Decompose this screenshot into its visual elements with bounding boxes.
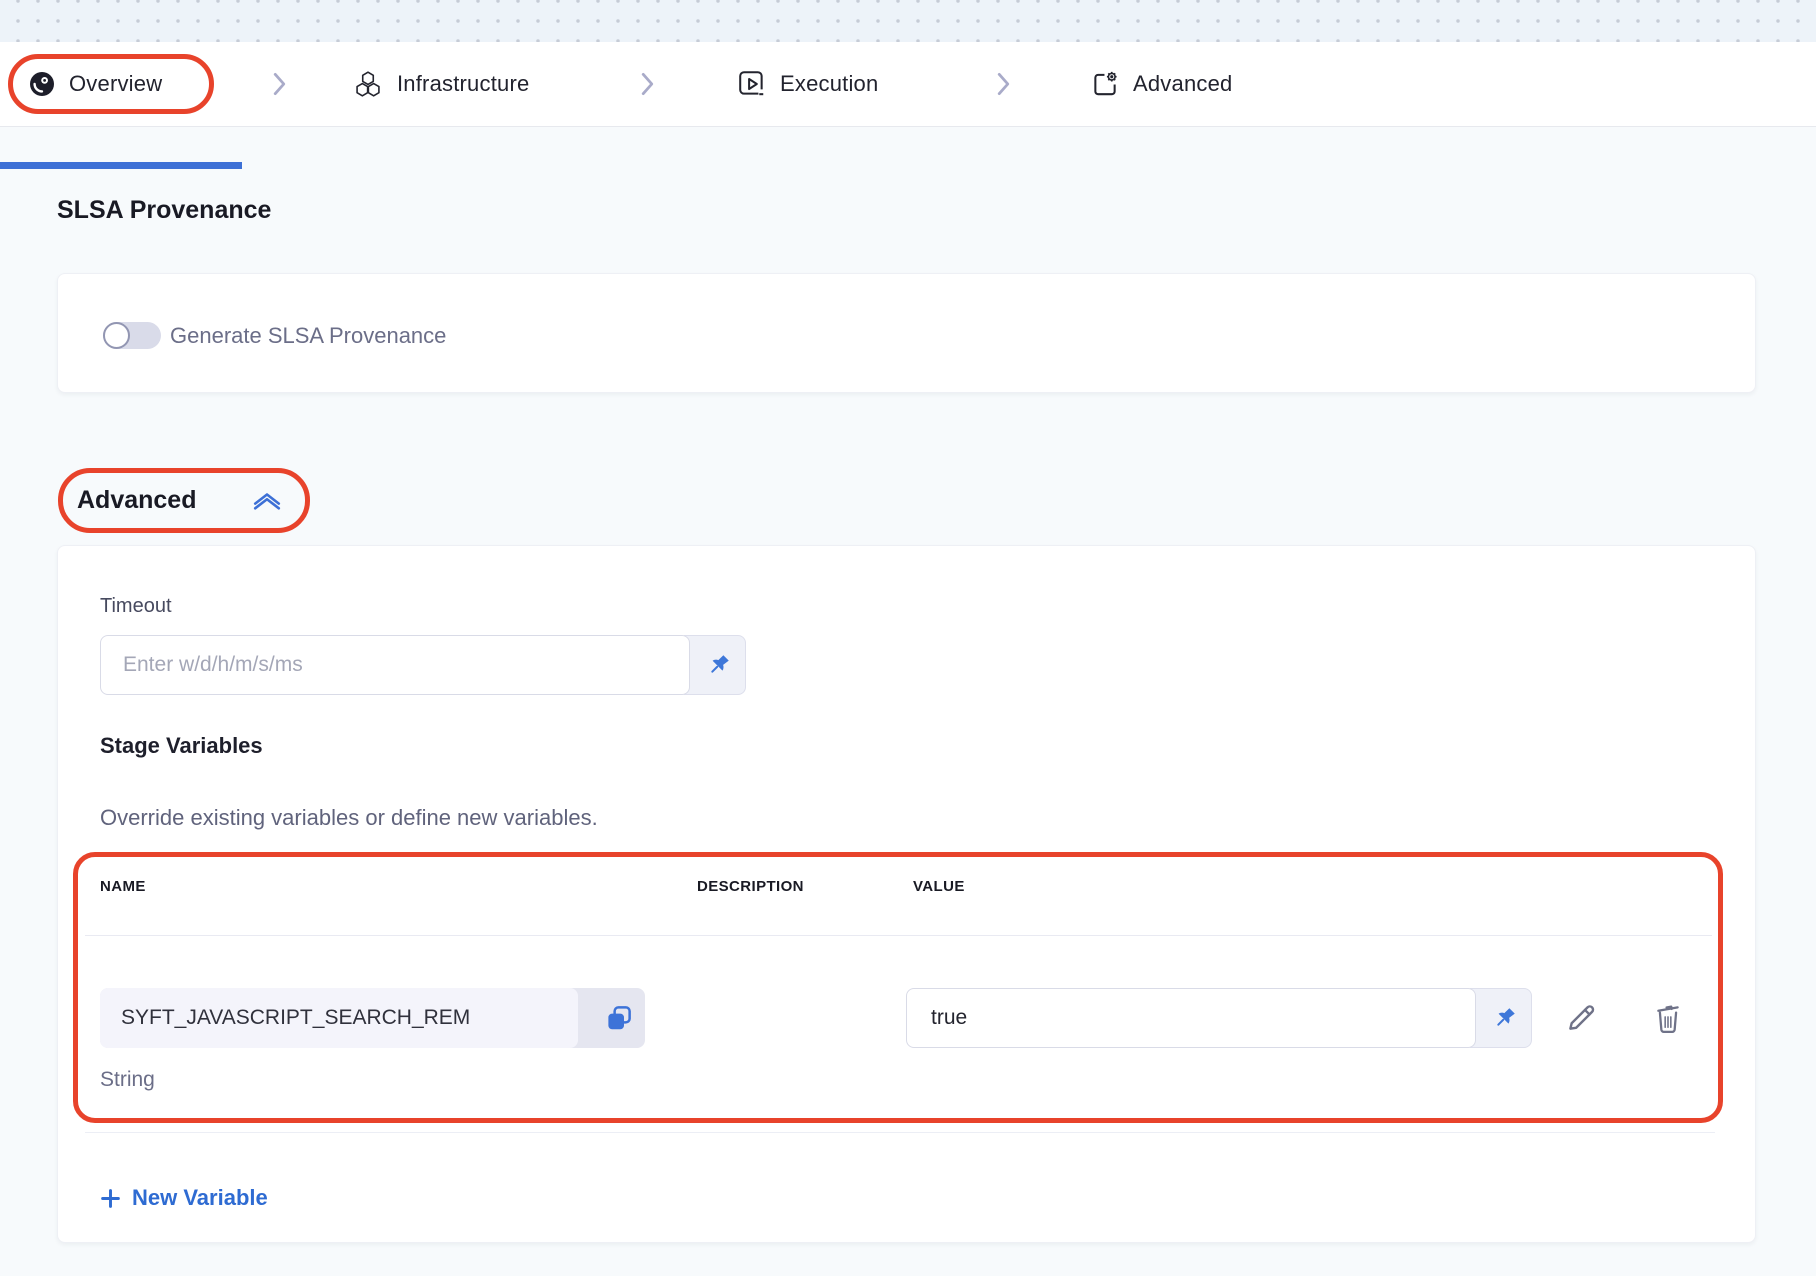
advanced-gear-doc-icon (1090, 69, 1120, 99)
tab-separator (640, 42, 655, 126)
tab-overview[interactable]: Overview (28, 42, 162, 126)
tab-advanced-label: Advanced (1133, 71, 1232, 97)
chevron-right-icon (272, 69, 287, 99)
overview-icon (28, 70, 56, 98)
value-pin-button[interactable] (1470, 988, 1532, 1048)
tab-execution[interactable]: Execution (737, 42, 878, 126)
tab-separator (272, 42, 287, 126)
new-variable-label: New Variable (132, 1185, 268, 1211)
plus-icon (100, 1188, 121, 1209)
variable-value-input[interactable] (906, 988, 1476, 1048)
variables-bottom-divider (85, 1132, 1715, 1133)
trash-icon (1651, 1001, 1685, 1035)
copy-icon (604, 1003, 634, 1033)
advanced-section-heading[interactable]: Advanced (77, 486, 196, 515)
column-header-description: DESCRIPTION (697, 878, 804, 895)
pipeline-stage-config-page: Overview Infrastructure Execution Advanc… (0, 0, 1816, 1276)
timeout-input[interactable] (100, 635, 690, 695)
variable-name-field[interactable]: SYFT_JAVASCRIPT_SEARCH_REM (100, 988, 645, 1048)
tab-infrastructure-label: Infrastructure (397, 71, 529, 97)
timeout-pin-button[interactable] (684, 635, 746, 695)
variable-name-text: SYFT_JAVASCRIPT_SEARCH_REM (100, 988, 578, 1048)
delete-variable-button[interactable] (1650, 1000, 1686, 1036)
pencil-icon (1564, 1001, 1598, 1035)
stage-variables-description: Override existing variables or define ne… (100, 805, 598, 831)
execution-icon (737, 69, 767, 99)
chevron-right-icon (996, 69, 1011, 99)
variable-type-label: String (100, 1068, 155, 1092)
collapse-chevron-up-icon[interactable] (248, 488, 286, 514)
tab-separator (996, 42, 1011, 126)
chevron-right-icon (640, 69, 655, 99)
generate-slsa-toggle[interactable] (103, 322, 161, 349)
new-variable-button[interactable]: New Variable (100, 1185, 268, 1211)
tab-infrastructure[interactable]: Infrastructure (352, 42, 529, 126)
table-header-divider (85, 935, 1712, 936)
toggle-knob (103, 322, 130, 349)
timeout-label: Timeout (100, 595, 172, 618)
canvas-dot-background (0, 0, 1816, 42)
column-header-name: NAME (100, 878, 146, 895)
tab-advanced[interactable]: Advanced (1090, 42, 1232, 126)
tab-overview-label: Overview (69, 71, 162, 97)
column-header-value: VALUE (913, 878, 965, 895)
pin-icon (1491, 1005, 1518, 1032)
variable-name-pill: SYFT_JAVASCRIPT_SEARCH_REM (100, 988, 578, 1048)
slsa-provenance-heading: SLSA Provenance (57, 196, 271, 225)
tab-execution-label: Execution (780, 71, 878, 97)
active-tab-indicator (0, 162, 242, 169)
generate-slsa-toggle-label: Generate SLSA Provenance (170, 322, 446, 349)
pin-icon (705, 652, 732, 679)
edit-variable-button[interactable] (1563, 1000, 1599, 1036)
stage-variables-heading: Stage Variables (100, 733, 263, 759)
infrastructure-icon (352, 68, 384, 100)
copy-button[interactable] (604, 1003, 634, 1033)
